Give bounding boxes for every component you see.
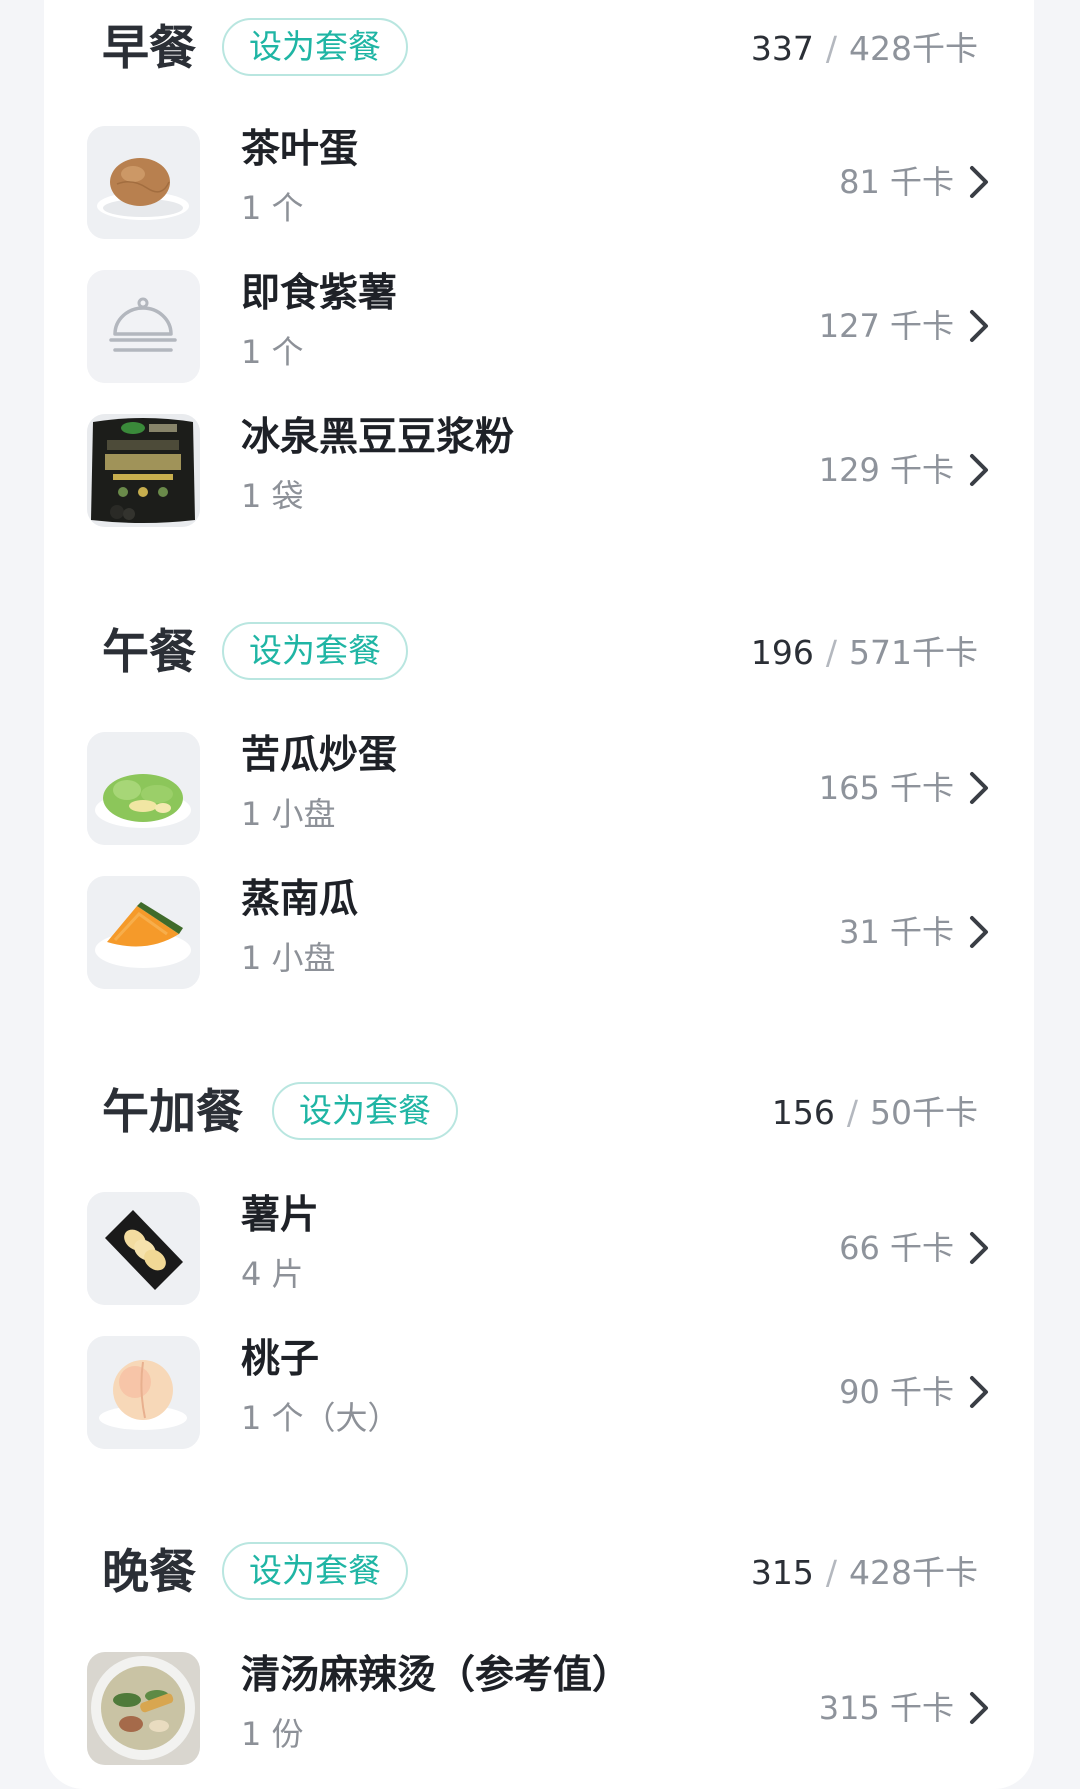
steamed-pumpkin-photo bbox=[87, 876, 200, 989]
food-quantity: 4 片 bbox=[241, 1255, 304, 1293]
food-name: 蒸南瓜 bbox=[241, 877, 359, 922]
food-quantity: 1 个 bbox=[241, 189, 304, 227]
kcal-eaten: 156 bbox=[771, 1093, 835, 1132]
food-item[interactable]: 苦瓜炒蛋 1 小盘 165 千卡 bbox=[0, 710, 1080, 854]
food-name: 苦瓜炒蛋 bbox=[241, 733, 398, 778]
meal-title: 午加餐 bbox=[102, 1085, 243, 1140]
kcal-eaten: 196 bbox=[750, 633, 814, 672]
black-bean-soy-milk-powder-package bbox=[87, 414, 200, 527]
food-item[interactable]: 薯片 4 片 66 千卡 bbox=[0, 1170, 1080, 1314]
meal-kcal-total: 337 / 428千卡 bbox=[751, 14, 978, 84]
food-item[interactable]: 桃子 1 个（大） 90 千卡 bbox=[0, 1314, 1080, 1458]
food-kcal: 90 千卡 bbox=[839, 1373, 954, 1411]
meal-header: 午加餐 设为套餐 156 / 50千卡 bbox=[0, 1064, 1080, 1164]
chevron-right-icon bbox=[970, 1232, 988, 1264]
food-quantity: 1 个（大） bbox=[241, 1399, 400, 1437]
chevron-right-icon bbox=[970, 310, 988, 342]
food-kcal: 315 千卡 bbox=[818, 1689, 954, 1727]
meal-kcal-total: 315 / 428千卡 bbox=[751, 1538, 978, 1608]
kcal-eaten: 337 bbox=[750, 29, 814, 68]
peach-photo bbox=[87, 1336, 200, 1449]
food-kcal: 129 千卡 bbox=[818, 451, 954, 489]
food-name: 茶叶蛋 bbox=[241, 127, 359, 172]
meal-header: 早餐 设为套餐 337 / 428千卡 bbox=[0, 0, 1080, 100]
meal-header: 午餐 设为套餐 196 / 571千卡 bbox=[0, 604, 1080, 704]
chevron-right-icon bbox=[970, 454, 988, 486]
food-name: 桃子 bbox=[241, 1337, 320, 1382]
food-quantity: 1 份 bbox=[241, 1715, 304, 1753]
kcal-target: 571千卡 bbox=[849, 633, 978, 672]
food-item[interactable]: 冰泉黑豆豆浆粉 1 袋 129 千卡 bbox=[0, 392, 1080, 536]
food-kcal: 165 千卡 bbox=[818, 769, 954, 807]
meal-title: 午餐 bbox=[102, 625, 196, 680]
food-name: 冰泉黑豆豆浆粉 bbox=[241, 415, 515, 460]
chips-photo bbox=[87, 1192, 200, 1305]
food-quantity: 1 小盘 bbox=[241, 795, 336, 833]
food-item[interactable]: 清汤麻辣烫（参考值） 1 份 315 千卡 bbox=[0, 1630, 1080, 1774]
kcal-eaten: 315 bbox=[750, 1553, 814, 1592]
kcal-target: 428千卡 bbox=[849, 1553, 978, 1592]
food-kcal: 31 千卡 bbox=[839, 913, 954, 951]
chevron-right-icon bbox=[970, 772, 988, 804]
meal-kcal-total: 156 / 50千卡 bbox=[772, 1078, 978, 1148]
kcal-separator: / bbox=[825, 1553, 837, 1592]
kcal-target: 50千卡 bbox=[870, 1093, 978, 1132]
kcal-target: 428千卡 bbox=[849, 29, 978, 68]
bitter-melon-egg-photo bbox=[87, 732, 200, 845]
meal-title: 早餐 bbox=[102, 21, 196, 76]
food-name: 薯片 bbox=[241, 1193, 320, 1238]
food-kcal: 81 千卡 bbox=[839, 163, 954, 201]
food-name: 即食紫薯 bbox=[241, 271, 398, 316]
food-name: 清汤麻辣烫（参考值） bbox=[241, 1653, 632, 1698]
food-quantity: 1 袋 bbox=[241, 477, 304, 515]
chevron-right-icon bbox=[970, 1692, 988, 1724]
food-kcal: 66 千卡 bbox=[839, 1229, 954, 1267]
tea-egg-photo bbox=[87, 126, 200, 239]
set-as-combo-button[interactable]: 设为套餐 bbox=[222, 622, 408, 680]
malatang-soup-photo bbox=[87, 1652, 200, 1765]
set-as-combo-button[interactable]: 设为套餐 bbox=[222, 1542, 408, 1600]
food-cloche-placeholder-icon bbox=[87, 270, 200, 383]
food-item[interactable]: 蒸南瓜 1 小盘 31 千卡 bbox=[0, 854, 1080, 998]
set-as-combo-button[interactable]: 设为套餐 bbox=[222, 18, 408, 76]
chevron-right-icon bbox=[970, 166, 988, 198]
chevron-right-icon bbox=[970, 1376, 988, 1408]
kcal-separator: / bbox=[846, 1093, 858, 1132]
chevron-right-icon bbox=[970, 916, 988, 948]
meal-title: 晚餐 bbox=[102, 1545, 196, 1600]
kcal-separator: / bbox=[825, 29, 837, 68]
food-item[interactable]: 茶叶蛋 1 个 81 千卡 bbox=[0, 104, 1080, 248]
meal-kcal-total: 196 / 571千卡 bbox=[751, 618, 978, 688]
food-item[interactable]: 即食紫薯 1 个 127 千卡 bbox=[0, 248, 1080, 392]
food-quantity: 1 小盘 bbox=[241, 939, 336, 977]
food-kcal: 127 千卡 bbox=[818, 307, 954, 345]
kcal-separator: / bbox=[825, 633, 837, 672]
set-as-combo-button[interactable]: 设为套餐 bbox=[272, 1082, 458, 1140]
meal-header: 晚餐 设为套餐 315 / 428千卡 bbox=[0, 1524, 1080, 1624]
food-quantity: 1 个 bbox=[241, 333, 304, 371]
